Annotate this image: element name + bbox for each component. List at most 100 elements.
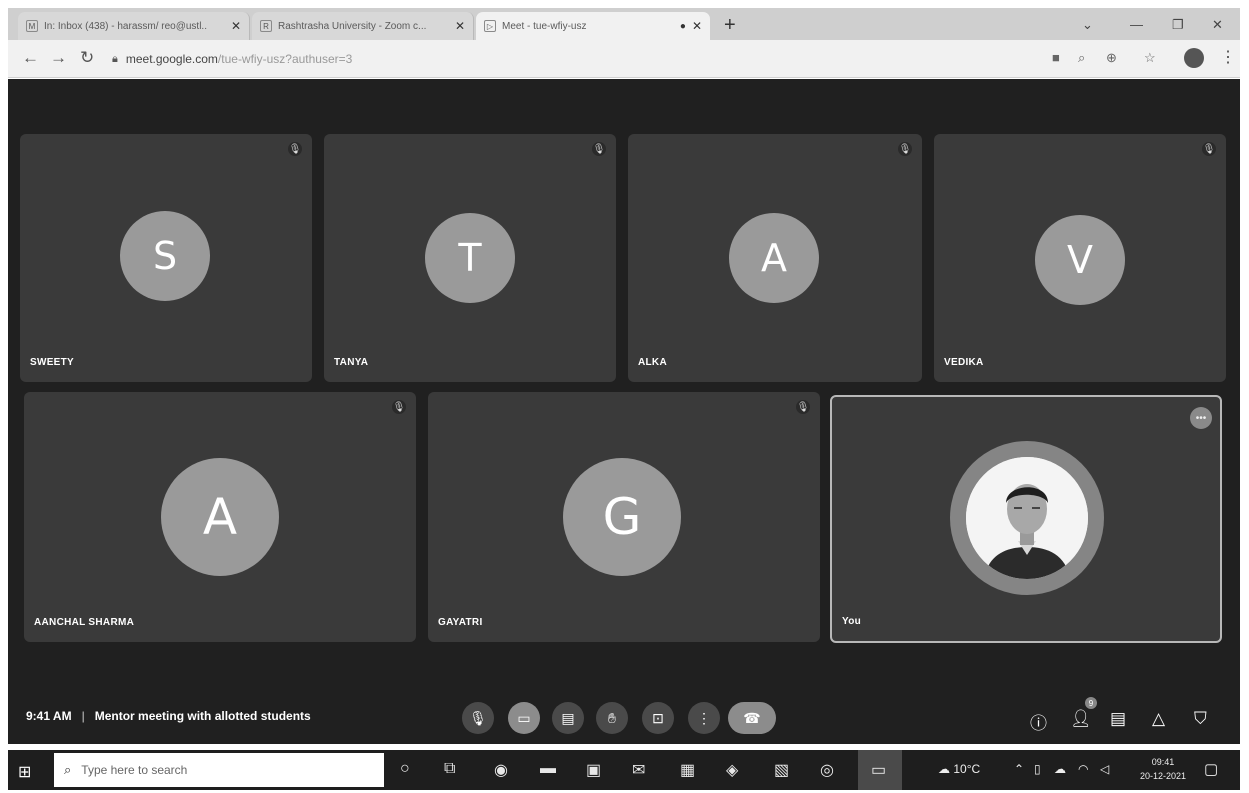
- participant-name: AANCHAL SHARMA: [34, 617, 135, 628]
- mail-icon[interactable]: ✉︎: [632, 760, 645, 780]
- volume-icon[interactable]: ◁: [1100, 762, 1109, 776]
- more-options-icon[interactable]: •••: [1190, 407, 1212, 429]
- tab-search-icon[interactable]: ⌄: [1082, 17, 1093, 33]
- zoom-icon[interactable]: ⌕: [1078, 50, 1085, 66]
- host-controls-icon[interactable]: ⛉: [1194, 709, 1207, 729]
- calendar-icon[interactable]: ▦: [680, 760, 695, 780]
- restore-icon[interactable]: ❐: [1172, 17, 1184, 33]
- weather-widget[interactable]: ☁︎ 10°C: [938, 762, 980, 776]
- windows-start-icon[interactable]: ⊞: [18, 762, 31, 782]
- address-bar[interactable]: 🔒︎ meet.google.com /tue-wfiy-usz?authuse…: [112, 46, 1042, 72]
- participant-name: SWEETY: [30, 357, 75, 368]
- meet-stage: 🎙︎ S SWEETY 🎙︎ T TANYA 🎙︎ A ALKA 🎙︎ V VE…: [8, 79, 1240, 744]
- tab-inbox[interactable]: M In: Inbox (438) - harassm/ reo@ustl.. …: [18, 12, 250, 40]
- search-placeholder: Type here to search: [81, 763, 188, 777]
- participant-tile[interactable]: 🎙︎ A ALKA: [628, 134, 922, 382]
- mic-off-icon: 🎙︎: [1202, 142, 1216, 156]
- recording-dot-icon: ●: [679, 20, 686, 32]
- self-photo: [966, 457, 1088, 579]
- person-photo-icon: [966, 457, 1088, 579]
- meeting-time: 9:41 AM: [26, 709, 72, 723]
- close-tab-icon[interactable]: ✕: [231, 19, 241, 33]
- edge-icon[interactable]: ◉: [494, 760, 508, 780]
- photos-icon[interactable]: ◈: [726, 760, 738, 780]
- browser-toolbar: ← → ↻ 🔒︎ meet.google.com /tue-wfiy-usz?a…: [8, 40, 1240, 78]
- mic-off-icon: 🎙︎: [288, 142, 302, 156]
- install-icon[interactable]: ⊕: [1106, 50, 1117, 66]
- new-tab-button[interactable]: +: [724, 14, 736, 37]
- participant-name: TANYA: [334, 357, 369, 368]
- participant-tile[interactable]: 🎙︎ V VEDIKA: [934, 134, 1226, 382]
- people-icon[interactable]: 👤︎: [1070, 709, 1092, 729]
- close-tab-icon[interactable]: ✕: [692, 19, 702, 33]
- tab-meet[interactable]: ▷ Meet - tue-wfiy-usz ● ✕: [476, 12, 710, 40]
- active-app-icon[interactable]: ▭: [871, 760, 886, 780]
- avatar: S: [120, 211, 210, 301]
- reload-icon[interactable]: ↻: [80, 48, 94, 68]
- participant-name: ALKA: [638, 357, 667, 368]
- mic-off-icon: 🎙︎: [898, 142, 912, 156]
- participant-name: VEDIKA: [944, 357, 984, 368]
- tab-title: In: Inbox (438) - harassm/ reo@ustl..: [44, 20, 207, 32]
- taskbar-search-box[interactable]: ⌕ Type here to search: [54, 753, 384, 787]
- avatar: A: [161, 458, 279, 576]
- cortana-icon[interactable]: ○: [400, 760, 410, 778]
- activities-icon[interactable]: △: [1152, 709, 1165, 729]
- avatar: V: [1035, 215, 1125, 305]
- url-host: meet.google.com: [125, 52, 218, 66]
- raise-hand-button[interactable]: ✋︎: [596, 702, 628, 734]
- system-clock[interactable]: 09:41 20-12-2021: [1140, 755, 1186, 783]
- close-tab-icon[interactable]: ✕: [455, 19, 465, 33]
- leave-call-button[interactable]: ☎︎: [728, 702, 776, 734]
- tab-title: Rashtrasha University - Zoom c...: [278, 20, 427, 32]
- self-tile[interactable]: ••• You: [830, 395, 1222, 643]
- file-explorer-icon[interactable]: ▬: [540, 760, 556, 778]
- clock-time: 09:41: [1151, 757, 1175, 767]
- wifi-icon[interactable]: ◠: [1078, 762, 1088, 776]
- mic-toggle-button[interactable]: 🎙︎: [462, 702, 494, 734]
- participant-tile[interactable]: 🎙︎ A AANCHAL SHARMA: [24, 392, 416, 642]
- chat-icon[interactable]: ▤: [1110, 709, 1126, 729]
- avatar: A: [729, 213, 819, 303]
- avatar: T: [425, 213, 515, 303]
- battery-icon[interactable]: ▯: [1034, 762, 1041, 776]
- camera-in-use-icon[interactable]: ■: [1052, 50, 1060, 65]
- participant-tile[interactable]: 🎙︎ G GAYATRI: [428, 392, 820, 642]
- page-icon: R: [260, 20, 272, 32]
- avatar: G: [563, 458, 681, 576]
- cloud-icon: ☁︎: [938, 762, 950, 776]
- bookmark-star-icon[interactable]: ☆: [1144, 50, 1156, 66]
- tray-expand-icon[interactable]: ⌃: [1014, 762, 1024, 776]
- notification-icon[interactable]: ▢: [1204, 760, 1218, 778]
- word-icon[interactable]: ▧: [774, 760, 789, 780]
- people-count-badge: 9: [1085, 697, 1097, 709]
- meet-icon: ▷: [484, 20, 496, 32]
- browser-menu-icon[interactable]: ⋮: [1220, 47, 1236, 67]
- meeting-info-icon[interactable]: ⓘ: [1030, 709, 1047, 734]
- search-icon: ⌕: [64, 762, 72, 777]
- back-icon[interactable]: ←: [22, 48, 39, 68]
- profile-avatar[interactable]: [1184, 48, 1204, 68]
- camera-toggle-button[interactable]: ▭: [508, 702, 540, 734]
- onedrive-icon[interactable]: ☁︎: [1054, 762, 1066, 776]
- captions-button[interactable]: ▤: [552, 702, 584, 734]
- participant-tile[interactable]: 🎙︎ T TANYA: [324, 134, 616, 382]
- weather-temp: 10°C: [953, 762, 981, 776]
- store-icon[interactable]: ▣: [586, 760, 601, 780]
- lock-icon[interactable]: 🔒︎: [112, 53, 118, 66]
- participant-tile[interactable]: 🎙︎ S SWEETY: [20, 134, 312, 382]
- close-window-icon[interactable]: ✕: [1212, 17, 1223, 33]
- minimize-icon[interactable]: —: [1130, 17, 1143, 32]
- participant-name: You: [842, 616, 862, 627]
- browser-tab-strip: M In: Inbox (438) - harassm/ reo@ustl.. …: [8, 8, 1240, 40]
- gmail-icon: M: [26, 20, 38, 32]
- task-view-icon[interactable]: ⧉: [444, 760, 455, 778]
- present-screen-button[interactable]: ⊡: [642, 702, 674, 734]
- more-options-button[interactable]: ⋮: [688, 702, 720, 734]
- mic-off-icon: 🎙︎: [796, 400, 810, 414]
- meeting-title: Mentor meeting with allotted students: [94, 709, 311, 723]
- chrome-icon[interactable]: ◎: [820, 760, 834, 780]
- url-path: /tue-wfiy-usz?authuser=3: [217, 52, 353, 66]
- tab-zoom[interactable]: R Rashtrasha University - Zoom c... ✕: [252, 12, 474, 40]
- forward-icon[interactable]: →: [50, 48, 67, 68]
